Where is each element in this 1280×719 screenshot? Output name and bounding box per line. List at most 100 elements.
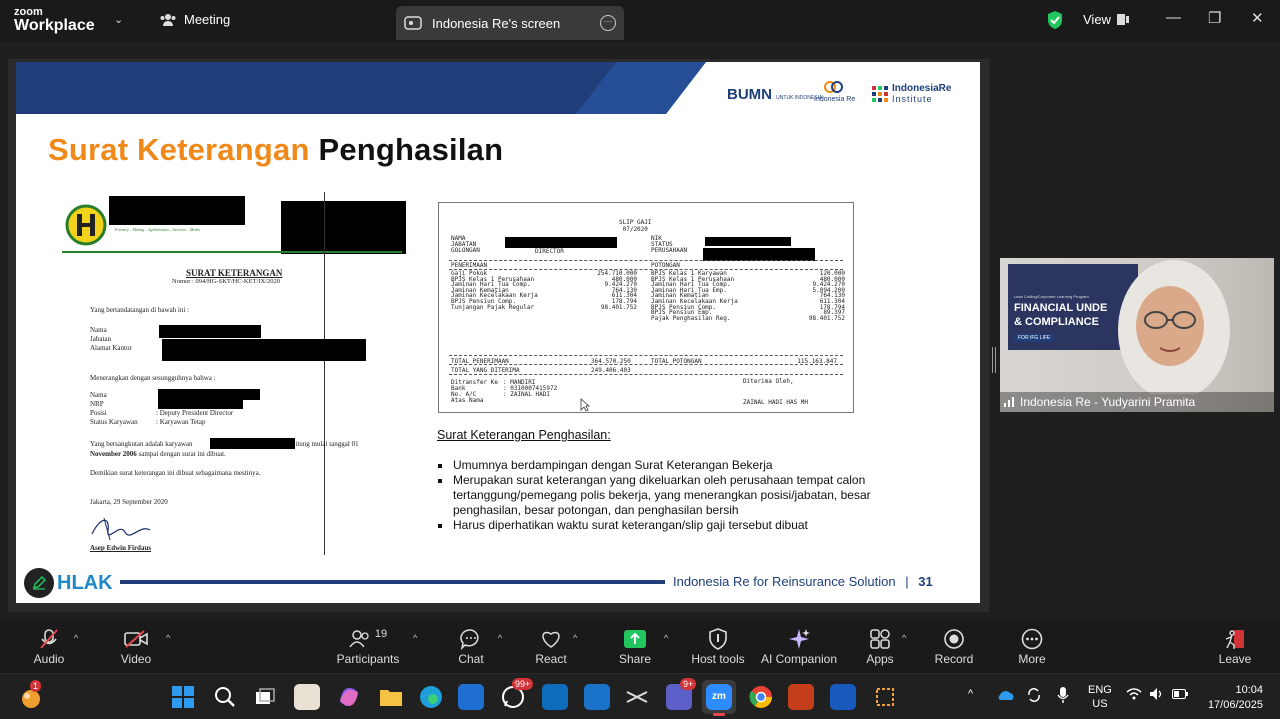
sync-icon[interactable] (1026, 687, 1042, 706)
slide-title-orange: Surat Keterangan (48, 132, 310, 167)
zoom-workplace-logo[interactable]: zoom Workplace (14, 7, 95, 34)
payslip-row: Tunjangan Pajak Regular 98.401.752 (451, 303, 637, 311)
react-options-caret[interactable]: ^ (573, 633, 577, 643)
workplace-wordmark: Workplace (14, 17, 95, 34)
participants-icon (349, 630, 369, 648)
microphone-muted-icon (40, 629, 58, 649)
letter-number: Nomor : 094/HG-SKT/HC-KET/IX/2020 (172, 278, 280, 285)
participants-count: 19 (374, 628, 388, 640)
search-icon[interactable] (212, 684, 238, 710)
calendar-app-icon[interactable] (584, 684, 610, 710)
record-button[interactable]: Record (934, 626, 974, 666)
close-icon[interactable]: ✕ (1251, 9, 1264, 27)
copilot-icon[interactable] (336, 684, 362, 710)
participants-options-caret[interactable]: ^ (413, 633, 417, 643)
heart-icon (542, 631, 560, 648)
edit-pencil-icon[interactable] (24, 568, 54, 598)
letter-date: Jakarta, 29 September 2020 (90, 498, 168, 506)
akhlak-text: HLAK (57, 571, 113, 594)
payslip-row-value: 98.401.752 (600, 303, 637, 311)
chevron-down-icon[interactable]: ⌄ (114, 13, 123, 26)
powerpoint-icon[interactable] (788, 684, 814, 710)
battery-icon[interactable] (1172, 689, 1188, 702)
minimize-icon[interactable]: — (1166, 9, 1181, 26)
letter-closing: Demikian surat keterangan ini dibuat seb… (90, 469, 261, 477)
volume-icon[interactable] (1149, 687, 1165, 704)
apps-options-caret[interactable]: ^ (902, 633, 906, 643)
share-button[interactable]: Share (616, 626, 654, 666)
apps-button[interactable]: Apps (862, 626, 898, 666)
host-tools-button[interactable]: Host tools (690, 626, 746, 666)
screen-share-icon (404, 16, 422, 30)
microphone-tray-icon[interactable] (1056, 686, 1070, 707)
tab-meeting[interactable]: Meeting (160, 12, 230, 27)
chat-options-caret[interactable]: ^ (498, 633, 502, 643)
start-windows-icon[interactable] (170, 684, 196, 710)
penerimaan-list: Gaji Pokok 254.710.000 BPJS Kelas 1 Perusa… (451, 271, 637, 310)
snip-sketch-icon[interactable] (872, 684, 898, 710)
video-options-caret[interactable]: ^ (166, 633, 170, 643)
notification-app-icon[interactable]: 1 (18, 680, 44, 710)
onedrive-icon[interactable] (996, 689, 1014, 704)
whatsapp-icon[interactable]: 99+ (500, 678, 534, 710)
slide-title: Surat Keterangan Penghasilan (48, 132, 503, 168)
edge-browser-icon[interactable] (418, 684, 444, 710)
restore-icon[interactable]: ❐ (1208, 9, 1221, 27)
view-button[interactable]: View (1083, 12, 1129, 27)
share-options-caret[interactable]: ^ (664, 633, 668, 643)
snipping-tool-icon[interactable] (624, 684, 650, 710)
notes-heading: Surat Keterangan Penghasilan: (437, 428, 611, 442)
sparkle-icon (789, 629, 810, 649)
meeting-toolbar: Audio ^ Video ^ 19 Participants ^ Chat ^… (0, 620, 1280, 673)
payslip-row-label: Tunjangan Pajak Regular (451, 303, 535, 311)
bumn-logo: BUMN UNTUK INDONESIA (727, 86, 823, 103)
apps-icon (870, 629, 890, 649)
mouse-cursor-icon (580, 398, 590, 412)
file-explorer-icon[interactable] (378, 684, 404, 710)
meeting-icon (160, 13, 176, 26)
letterhead-tagline: Forestry – Mining – Agribusiness – Servi… (115, 227, 201, 232)
chat-button[interactable]: Chat (452, 626, 490, 666)
react-button[interactable]: React (532, 626, 570, 666)
participant-video-tile[interactable]: Lean Coding/Corporate Learning Program F… (1000, 258, 1274, 412)
penerimaan-header: PENERIMAAN (451, 262, 488, 269)
ai-companion-button[interactable]: AI Companion (760, 626, 838, 666)
teams-icon[interactable]: 9+ (666, 678, 697, 710)
clock[interactable]: 10:04 17/06/2025 (1203, 683, 1263, 713)
letter-signer: Asep Edwin Firdaus (90, 544, 152, 552)
notes-list: Umumnya berdampingan dengan Surat Ketera… (437, 458, 877, 533)
more-options-icon[interactable]: ··· (600, 15, 616, 31)
tab-screen-share[interactable]: Indonesia Re's screen ··· (396, 6, 624, 40)
shared-slide: BUMN UNTUK INDONESIA Indonesia Re Indone… (16, 62, 980, 603)
video-button[interactable]: Video (116, 626, 156, 666)
language-indicator[interactable]: ENG US (1088, 683, 1112, 711)
panel-resize-handle[interactable] (992, 347, 996, 373)
task-view-icon[interactable] (252, 684, 278, 710)
audio-button[interactable]: Audio (30, 626, 68, 666)
transfer-labels: Ditransfer Ke Bank No. A/C Atas Nama (451, 379, 498, 404)
wifi-icon[interactable] (1126, 688, 1142, 703)
tray-overflow-chevron-icon[interactable]: ^ (968, 688, 973, 700)
potongan-list: BPJS Kelas 1 Karyawan 120.000 BPJS Kelas 1… (651, 271, 845, 321)
redaction-block (109, 196, 245, 225)
view-label: View (1083, 12, 1111, 27)
redaction-block (162, 339, 366, 361)
encryption-shield-icon[interactable] (1046, 10, 1064, 30)
store-icon[interactable] (458, 684, 484, 710)
leave-button[interactable]: Leave (1218, 626, 1252, 666)
elo-app-icon[interactable] (294, 684, 320, 710)
participants-button[interactable]: 19 Participants (336, 626, 400, 666)
more-button[interactable]: More (1014, 626, 1050, 666)
word-icon[interactable] (830, 684, 856, 710)
audio-options-caret[interactable]: ^ (74, 633, 78, 643)
footer-text: Indonesia Re for Reinsurance Solution | … (673, 574, 933, 589)
payslip-rule (449, 269, 843, 270)
chrome-icon[interactable] (748, 684, 774, 710)
outlook-icon[interactable] (542, 684, 568, 710)
footer-line (120, 580, 665, 584)
total-received-row: TOTAL YANG DITERIMA 249.406.403 (451, 367, 631, 374)
zoom-taskbar-button[interactable]: zm (702, 680, 736, 716)
divider (324, 192, 325, 555)
list-item: Merupakan surat keterangan yang dikeluar… (437, 473, 877, 518)
video-camera-off-icon (124, 630, 148, 648)
